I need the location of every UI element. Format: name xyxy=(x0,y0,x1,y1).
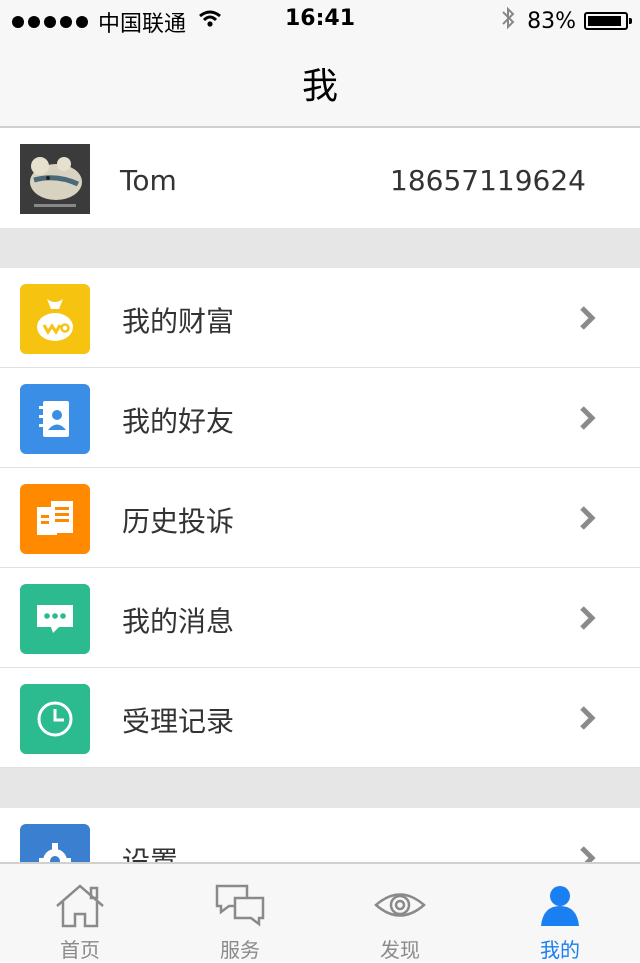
navigation-bar: 我 xyxy=(0,40,640,128)
user-icon xyxy=(533,882,587,932)
message-bubble-icon xyxy=(20,584,90,654)
user-name: Tom xyxy=(120,164,177,197)
chevron-right-icon xyxy=(580,606,596,630)
chat-bubbles-icon xyxy=(213,882,267,932)
section-separator xyxy=(0,228,640,268)
menu-item-complaints[interactable]: 历史投诉 xyxy=(0,468,640,568)
avatar[interactable] xyxy=(20,144,90,214)
tab-discover[interactable]: 发现 xyxy=(320,864,480,962)
contacts-book-icon xyxy=(20,384,90,454)
clock-icon xyxy=(20,684,90,754)
chevron-right-icon xyxy=(580,846,596,864)
section-separator xyxy=(0,768,640,808)
menu-item-label: 设置 xyxy=(122,845,179,864)
tab-label: 发现 xyxy=(380,938,420,962)
gear-icon xyxy=(20,824,90,864)
chevron-right-icon xyxy=(580,306,596,330)
chevron-right-icon xyxy=(580,506,596,530)
battery-percent: 83% xyxy=(527,8,576,34)
tab-label: 我的 xyxy=(540,938,580,962)
tab-label: 首页 xyxy=(60,938,100,962)
menu-item-label: 受理记录 xyxy=(122,705,235,738)
home-icon xyxy=(53,882,107,932)
menu-item-label: 我的消息 xyxy=(122,605,235,638)
settings-list: 设置 xyxy=(0,808,640,864)
menu-item-wealth[interactable]: 我的财富 xyxy=(0,268,640,368)
tab-label: 服务 xyxy=(220,938,260,962)
tab-bar: 首页 服务 发现 我的 xyxy=(0,862,640,962)
profile-row[interactable]: Tom 18657119624 xyxy=(0,128,640,228)
menu-item-friends[interactable]: 我的好友 xyxy=(0,368,640,468)
menu-list: 我的财富 我的好友 历史投诉 我的消息 受理记录 xyxy=(0,268,640,768)
battery-icon xyxy=(584,12,632,30)
status-bar: 中国联通 16:41 83% xyxy=(0,0,640,40)
user-phone: 18657119624 xyxy=(390,164,586,197)
menu-item-messages[interactable]: 我的消息 xyxy=(0,568,640,668)
menu-item-settings[interactable]: 设置 xyxy=(0,808,640,864)
bluetooth-icon xyxy=(501,6,515,36)
menu-item-label: 我的好友 xyxy=(122,405,235,438)
page-title: 我 xyxy=(301,66,338,107)
money-bag-icon xyxy=(20,284,90,354)
tab-me[interactable]: 我的 xyxy=(480,864,640,962)
chevron-right-icon xyxy=(580,706,596,730)
tab-services[interactable]: 服务 xyxy=(160,864,320,962)
tab-home[interactable]: 首页 xyxy=(0,864,160,962)
documents-icon xyxy=(20,484,90,554)
menu-item-label: 我的财富 xyxy=(122,305,235,338)
eye-icon xyxy=(373,882,427,932)
status-right: 83% xyxy=(501,6,632,36)
menu-item-label: 历史投诉 xyxy=(122,505,235,538)
chevron-right-icon xyxy=(580,406,596,430)
menu-item-records[interactable]: 受理记录 xyxy=(0,668,640,768)
